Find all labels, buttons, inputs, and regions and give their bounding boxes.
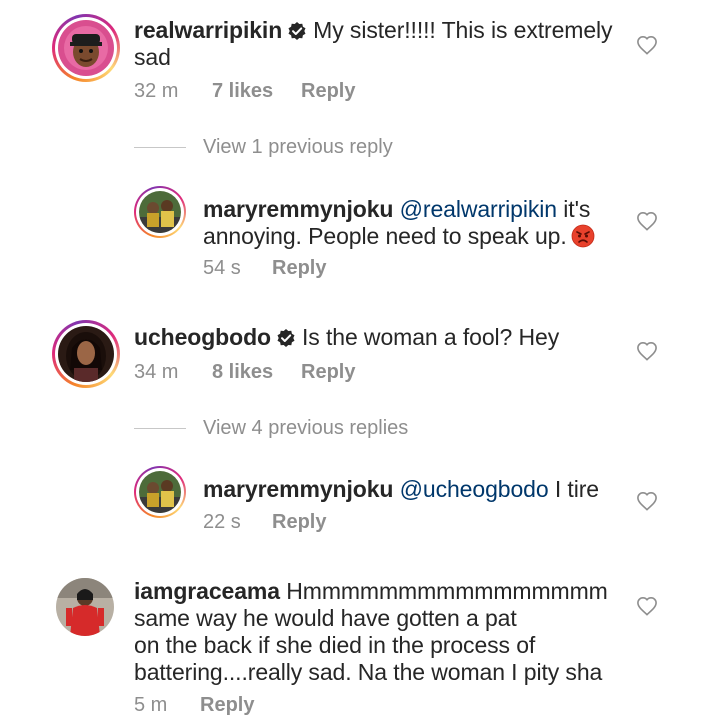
reply-time: 54 s <box>203 257 241 279</box>
reply-meta: 22 s Reply <box>203 511 326 534</box>
avatar-iamgraceama[interactable] <box>56 578 114 636</box>
comment-text-line-2: sad <box>134 44 171 70</box>
reply-body: maryremmynjoku @realwarripikin it's anno… <box>203 196 623 250</box>
comment-time: 5 m <box>134 694 168 716</box>
reply-time: 22 s <box>203 511 241 533</box>
reply-username[interactable]: maryremmynjoku <box>203 196 393 222</box>
reply-text: it's <box>557 196 591 222</box>
avatar-maryremmynjoku[interactable] <box>139 191 181 233</box>
reply-mention-link[interactable]: @realwarripikin <box>400 196 557 222</box>
reply-text: I tire <box>548 476 599 502</box>
view-replies-divider <box>134 147 186 148</box>
comment-text: My sister!!!!! This is extremely <box>313 17 613 43</box>
comment-time: 34 m <box>134 361 179 383</box>
comment-text: Hmmmmmmmmmmmmmmmm <box>286 578 608 604</box>
avatar-realwarripikin[interactable] <box>58 20 114 76</box>
comment-username[interactable]: ucheogbodo <box>134 324 271 350</box>
comment-meta: 5 m Reply <box>134 694 254 717</box>
comments-thread: realwarripikin My sister!!!!! This is ext… <box>0 0 720 720</box>
like-heart-icon[interactable] <box>636 341 658 361</box>
avatar-maryremmynjoku[interactable] <box>139 471 181 513</box>
verified-badge-icon <box>276 328 296 348</box>
view-previous-replies-link[interactable]: View 4 previous replies <box>203 417 408 440</box>
avatar-ucheogbodo[interactable] <box>58 326 114 382</box>
reply-body: maryremmynjoku @ucheogbodo I tire <box>203 476 623 503</box>
comment-text-line: same way he would have gotten a pat <box>134 605 517 631</box>
like-heart-icon[interactable] <box>636 596 658 616</box>
verified-badge-icon <box>287 21 307 41</box>
comment-time: 32 m <box>134 80 179 102</box>
comment-body: realwarripikin My sister!!!!! This is ext… <box>134 17 634 71</box>
reply-button[interactable]: Reply <box>301 361 355 384</box>
reply-mention-link[interactable]: @ucheogbodo <box>400 476 549 502</box>
reply-button[interactable]: Reply <box>272 257 326 280</box>
reply-button[interactable]: Reply <box>272 511 326 534</box>
reply-meta: 54 s Reply <box>203 257 326 280</box>
comment-text-line: on the back if she died in the process o… <box>134 632 536 658</box>
comment-likes[interactable]: 7 likes <box>212 80 301 103</box>
comment-likes[interactable]: 8 likes <box>212 361 301 384</box>
view-previous-replies-link[interactable]: View 1 previous reply <box>203 136 393 159</box>
comment-username[interactable]: realwarripikin <box>134 17 282 43</box>
comment-text: Is the woman a fool? Hey <box>301 324 560 350</box>
angry-face-icon <box>571 224 595 248</box>
like-heart-icon[interactable] <box>636 211 658 231</box>
comment-username[interactable]: iamgraceama <box>134 578 280 604</box>
reply-username[interactable]: maryremmynjoku <box>203 476 393 502</box>
view-replies-divider <box>134 428 186 429</box>
comment-body: iamgraceama Hmmmmmmmmmmmmmmmm same way h… <box>134 578 634 686</box>
reply-button[interactable]: Reply <box>200 694 254 717</box>
comment-meta: 34 m 8 likes Reply <box>134 361 355 384</box>
like-heart-icon[interactable] <box>636 491 658 511</box>
comment-meta: 32 m 7 likes Reply <box>134 80 355 103</box>
reply-button[interactable]: Reply <box>301 80 355 103</box>
comment-body: ucheogbodo Is the woman a fool? Hey <box>134 324 634 351</box>
comment-text-line: battering....really sad. Na the woman I … <box>134 659 603 685</box>
reply-text-line-2: annoying. People need to speak up. <box>203 223 567 249</box>
like-heart-icon[interactable] <box>636 35 658 55</box>
